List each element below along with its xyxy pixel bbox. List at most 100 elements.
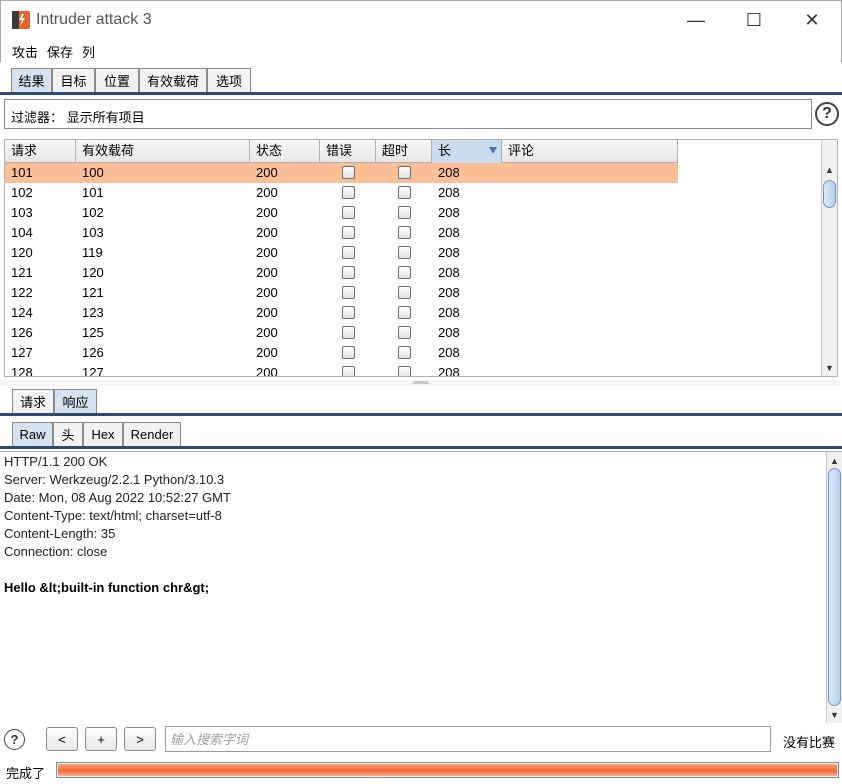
cell-comment [506,163,508,183]
progress-bar [56,762,839,778]
cell-payload: 103 [82,225,104,240]
tab-payloads[interactable]: 有效载荷 [139,68,207,92]
cell-status: 200 [256,325,278,340]
tab-request[interactable]: 请求 [12,389,54,413]
col-comment[interactable]: 评论 [502,140,678,163]
cell-status: 200 [256,185,278,200]
search-bar: ? < + > 没有比赛 [0,723,842,757]
menu-save[interactable]: 保存 [47,42,73,61]
search-add-button[interactable]: + [85,727,117,751]
col-timeout[interactable]: 超时 [376,140,432,163]
cell-payload: 101 [82,185,104,200]
cell-request: 102 [11,185,33,200]
tab-headers[interactable]: 头 [53,422,83,446]
cell-payload: 126 [82,345,104,360]
col-request[interactable]: 请求 [5,140,76,163]
minimize-button[interactable]: — [667,1,725,39]
close-button[interactable]: ✕ [783,1,841,39]
error-checkbox [342,186,355,199]
search-prev-button[interactable]: < [46,727,78,751]
response-viewer[interactable]: HTTP/1.1 200 OK Server: Werkzeug/2.2.1 P… [0,451,842,723]
cell-length: 208 [438,325,460,340]
cell-request: 101 [11,165,33,180]
table-row[interactable]: 102 101 200 208 [5,183,678,203]
response-scrollbar[interactable]: ▲ ▼ [826,452,842,723]
table-row[interactable]: 126 125 200 208 [5,323,678,343]
response-status-line: HTTP/1.1 200 OK [4,454,108,469]
table-row[interactable]: 128 127 200 208 [5,363,678,377]
table-row[interactable]: 124 123 200 208 [5,303,678,323]
burp-icon [12,11,30,29]
table-row[interactable]: 121 120 200 208 [5,263,678,283]
table-row[interactable]: 120 119 200 208 [5,243,678,263]
scroll-down-icon[interactable]: ▼ [822,360,837,375]
cell-request: 121 [11,265,33,280]
col-error[interactable]: 错误 [320,140,376,163]
cell-payload: 100 [82,165,104,180]
error-checkbox [342,326,355,339]
table-scrollbar[interactable]: ▲ ▼ [821,140,837,376]
table-row[interactable]: 122 121 200 208 [5,283,678,303]
splitter-grip-icon[interactable] [413,381,429,384]
timeout-checkbox [398,226,411,239]
response-scroll-down-icon[interactable]: ▼ [827,707,842,722]
cell-comment [506,283,508,303]
tab-hex[interactable]: Hex [83,422,123,446]
timeout-checkbox [398,206,411,219]
menu-columns[interactable]: 列 [82,42,95,61]
col-payload[interactable]: 有效载荷 [76,140,250,163]
tab-results[interactable]: 结果 [11,68,52,92]
col-status[interactable]: 状态 [250,140,320,163]
view-tab-divider [0,446,842,449]
response-scroll-up-icon[interactable]: ▲ [827,453,842,468]
results-table: 请求 有效载荷 状态 错误 超时 长 评论 101 100 200 208 102 101… [4,139,838,377]
cell-length: 208 [438,165,460,180]
cell-status: 200 [256,265,278,280]
cell-length: 208 [438,305,460,320]
search-input[interactable] [165,726,771,752]
table-row[interactable]: 101 100 200 208 [5,163,678,183]
response-scroll-thumb[interactable] [828,468,841,706]
cell-request: 124 [11,305,33,320]
timeout-checkbox [398,346,411,359]
cell-status: 200 [256,365,278,377]
cell-request: 127 [11,345,33,360]
search-match-count: 没有比赛 [783,735,836,750]
menu-attack[interactable]: 攻击 [12,42,38,61]
filter-help-icon[interactable]: ? [815,102,839,126]
tab-positions[interactable]: 位置 [95,68,139,92]
col-length[interactable]: 长 [432,140,502,163]
cell-status: 200 [256,345,278,360]
cell-comment [506,203,508,223]
tab-target[interactable]: 目标 [52,68,95,92]
search-help-icon[interactable]: ? [4,729,25,750]
maximize-button[interactable]: ☐ [725,1,783,39]
main-tabs: 结果 目标 位置 有效载荷 选项 [0,64,842,92]
tab-raw[interactable]: Raw [12,422,53,446]
table-row[interactable]: 103 102 200 208 [5,203,678,223]
cell-comment [506,303,508,323]
detail-tabs: 请求 响应 [0,385,842,413]
tab-divider [0,92,842,95]
search-next-button[interactable]: > [124,727,156,751]
timeout-checkbox [398,266,411,279]
scroll-thumb[interactable] [823,180,836,208]
status-bar: 完成了 [0,758,842,784]
tab-response[interactable]: 响应 [54,389,97,413]
cell-request: 126 [11,325,33,340]
response-header-content-length: Content-Length: 35 [4,526,116,541]
cell-comment [506,363,508,376]
sort-descending-icon [489,147,497,154]
cell-payload: 127 [82,365,104,377]
tab-render[interactable]: Render [123,422,181,446]
filter-bar[interactable]: 过滤器： 显示所有项目 [4,99,812,129]
table-row[interactable]: 127 126 200 208 [5,343,678,363]
cell-payload: 125 [82,325,104,340]
scroll-up-icon[interactable]: ▲ [822,162,837,177]
table-row[interactable]: 104 103 200 208 [5,223,678,243]
timeout-checkbox [398,366,411,376]
timeout-checkbox [398,246,411,259]
title-bar: Intruder attack 3 — ☐ ✕ [0,0,842,38]
table-header: 请求 有效载荷 状态 错误 超时 长 评论 [5,140,678,163]
tab-options[interactable]: 选项 [207,68,251,92]
